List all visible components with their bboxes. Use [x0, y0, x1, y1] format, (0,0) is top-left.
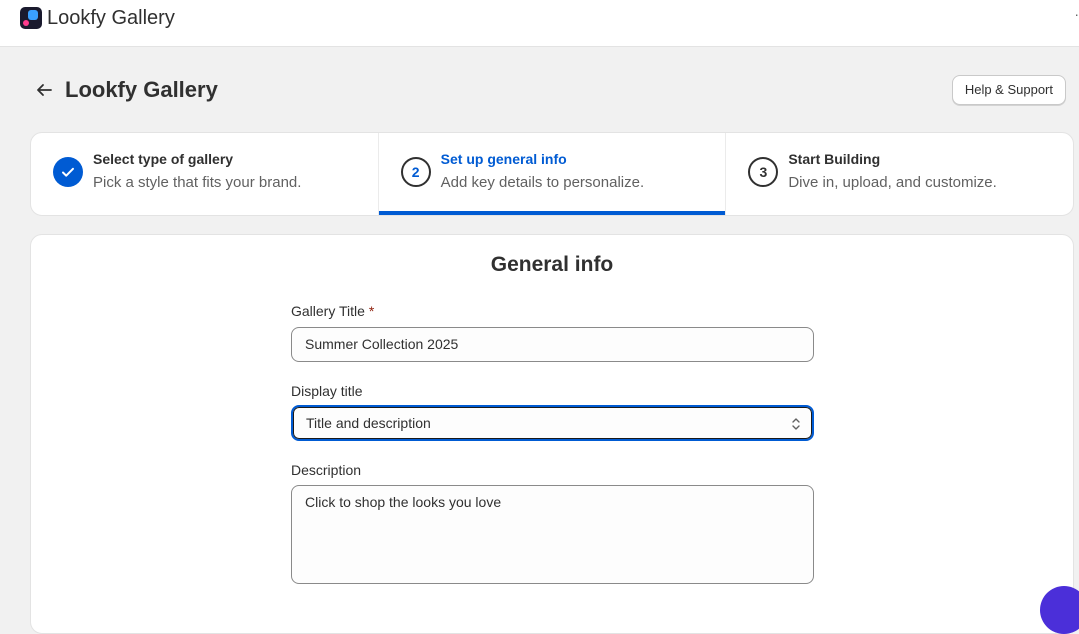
general-info-card: General info Gallery Title * Summer Colle…	[30, 234, 1074, 634]
gallery-title-input[interactable]: Summer Collection 2025	[291, 327, 814, 362]
required-marker: *	[368, 303, 375, 319]
gallery-title-label-text: Gallery Title	[291, 303, 365, 319]
top-bar: Lookfy Gallery ·	[0, 0, 1079, 47]
step-description: Pick a style that fits your brand.	[93, 174, 302, 191]
display-title-selected-value: Title and description	[306, 415, 431, 431]
step-number-badge: 3	[748, 157, 779, 187]
app-logo-icon	[20, 7, 42, 29]
help-support-button[interactable]: Help & Support	[951, 75, 1066, 105]
step-start-building[interactable]: 3 Start Building Dive in, upload, and cu…	[725, 133, 1073, 215]
step-complete-check-icon	[53, 157, 83, 187]
step-description: Dive in, upload, and customize.	[788, 174, 997, 191]
step-title: Select type of gallery	[93, 151, 234, 167]
display-title-label: Display title	[291, 383, 363, 399]
setup-stepper: Select type of gallery Pick a style that…	[30, 132, 1074, 216]
page-header: Lookfy Gallery Help & Support	[30, 72, 1066, 108]
description-textarea[interactable]: Click to shop the looks you love	[291, 485, 814, 584]
gallery-title-label: Gallery Title *	[291, 303, 374, 319]
form-title: General info	[490, 253, 614, 276]
step-description: Add key details to personalize.	[440, 174, 645, 191]
description-label: Description	[291, 462, 362, 478]
back-arrow-icon[interactable]	[34, 80, 54, 100]
step-title: Start Building	[788, 151, 881, 167]
step-title: Set up general info	[440, 151, 567, 167]
app-name: Lookfy Gallery	[47, 7, 175, 29]
more-icon[interactable]: ·	[1074, 6, 1079, 22]
select-chevron-icon	[792, 418, 800, 430]
step-number-badge: 2	[400, 157, 431, 187]
display-title-select[interactable]: Title and description	[291, 405, 814, 441]
step-select-type[interactable]: Select type of gallery Pick a style that…	[31, 133, 378, 215]
page-title: Lookfy Gallery	[65, 77, 218, 102]
step-general-info[interactable]: 2 Set up general info Add key details to…	[377, 133, 726, 215]
